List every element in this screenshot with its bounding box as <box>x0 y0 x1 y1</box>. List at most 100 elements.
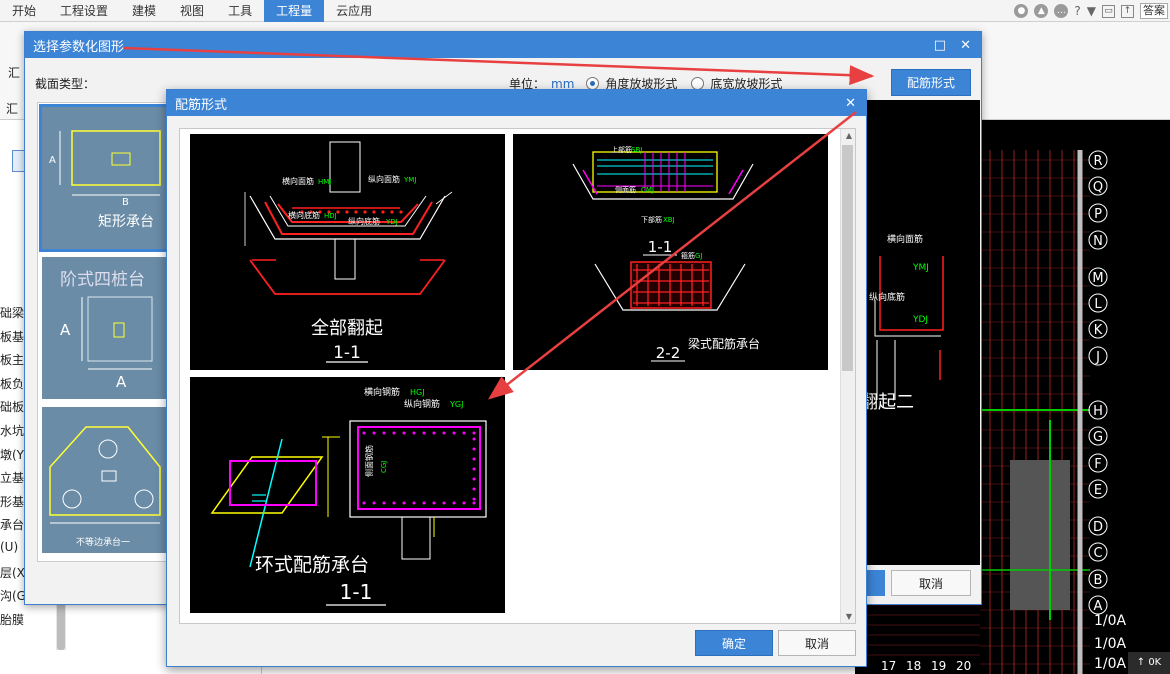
left-panel-item[interactable]: 承台 <box>0 516 24 533</box>
chat-icon[interactable]: … <box>1054 4 1069 18</box>
grid-row-label: R <box>1093 154 1102 169</box>
rebar-option-all-bent[interactable]: 横向面筋 HMJ 纵向面筋 YMJ 横向底筋 HDJ 纵向底筋 YDJ 全部翻起… <box>190 134 505 370</box>
grid-row-label: 1/0A <box>1094 636 1127 652</box>
left-panel-item[interactable]: 胎膜 <box>0 611 24 628</box>
grid-row-label: M <box>1092 271 1103 286</box>
window-icon[interactable]: ▭ <box>1102 4 1115 18</box>
left-panel-item[interactable]: 形基 <box>0 493 24 510</box>
arrow-up-icon: ↑ <box>1136 657 1149 668</box>
menu-quantity[interactable]: 工程量 <box>264 0 325 22</box>
grid-row-label: 1/0A <box>1094 613 1127 629</box>
shape-card-rect[interactable]: A B 矩形承台 <box>39 104 168 252</box>
grid-row-label: L <box>1094 297 1102 312</box>
grid-row-label: B <box>1094 573 1103 588</box>
section-type-label: 截面类型： <box>35 77 96 91</box>
help-icon[interactable]: ? <box>1074 4 1080 18</box>
opt2-section-bottom: 2-2 <box>656 344 681 362</box>
rebar-cancel-button[interactable]: 取消 <box>778 630 856 656</box>
preview-code-a: YMJ <box>912 263 929 273</box>
grid-row-label: N <box>1093 234 1103 249</box>
opt1-code-0: HMJ <box>318 178 331 186</box>
rebar-options-panel[interactable]: 横向面筋 HMJ 纵向面筋 YMJ 横向底筋 HDJ 纵向底筋 YDJ 全部翻起… <box>179 128 856 624</box>
select-shape-titlebar: 选择参数化图形 □ ✕ <box>25 32 981 58</box>
user-icon[interactable]: ● <box>1014 4 1029 18</box>
dim-b-label: B <box>122 197 129 208</box>
grid-row-label: P <box>1094 207 1102 222</box>
close-icon[interactable]: ✕ <box>960 39 971 52</box>
opt2-code-1: CMJ <box>641 186 654 194</box>
rebar-option-beam[interactable]: 上部筋 SBJ 侧面筋 CMJ 下部筋 XBJ 箍筋 GJ 1-1 2-2 梁式… <box>513 134 828 370</box>
opt3-code-2: CGJ <box>380 461 388 473</box>
rebar-option-ring[interactable]: 横向钢筋 HGJ 纵向钢筋 YGJ 侧面钢筋 CGJ 环式配筋承台 1-1 <box>190 377 505 613</box>
top-right-tools: ● ▲ … ? ▼ ▭ ↑ 答案 <box>1014 0 1170 22</box>
opt1-section: 1-1 <box>333 343 361 363</box>
opt3-label-0: 横向钢筋 <box>364 386 400 398</box>
opt3-code-0: HGJ <box>410 388 425 397</box>
rebar-close-icon[interactable]: ✕ <box>845 97 856 110</box>
menu-project-settings[interactable]: 工程设置 <box>48 0 120 22</box>
opt2-code-3: GJ <box>695 252 703 260</box>
shape-card-irregular[interactable]: 不等边承台一 <box>42 407 166 553</box>
rebar-form-title: 配筋形式 <box>175 97 228 113</box>
preview-title: 翻起二 <box>860 392 914 413</box>
left-panel-item[interactable]: 础板 <box>0 398 24 415</box>
preview-code-b: YDJ <box>912 315 928 325</box>
menu-cloud[interactable]: 云应用 <box>324 0 384 22</box>
menu-view[interactable]: 视图 <box>168 0 216 22</box>
shape-rect-label: 矩形承台 <box>98 214 154 230</box>
opt1-label-2: 横向底筋 <box>288 210 320 220</box>
status-text: 0K <box>1148 657 1162 668</box>
menu-tools[interactable]: 工具 <box>216 0 264 22</box>
upload-icon[interactable]: ↑ <box>1121 4 1134 18</box>
grid-row-label: 1/0A <box>1094 656 1127 672</box>
select-shape-title: 选择参数化图形 <box>33 39 125 55</box>
grid-row-label: H <box>1093 404 1103 419</box>
cad-drawing-area-bottom: 17 18 19 20 <box>855 600 980 674</box>
left-panel-item[interactable]: 板主 <box>0 351 24 368</box>
opt1-label-0: 横向面筋 <box>282 176 314 186</box>
grid-row-label: E <box>1094 483 1102 498</box>
grid-row-label: C <box>1093 546 1102 561</box>
opt1-code-3: YDJ <box>385 218 398 226</box>
maximize-icon[interactable]: □ <box>934 39 946 52</box>
opt2-label-2: 下部筋 <box>641 215 662 224</box>
grid-row-label: Q <box>1093 180 1103 195</box>
left-panel-item[interactable]: 立基 <box>0 469 24 486</box>
opt1-label-1: 纵向面筋 <box>368 174 400 184</box>
left-panel-item[interactable]: (U) <box>0 540 18 554</box>
select-shape-cancel-button[interactable]: 取消 <box>891 570 971 596</box>
shape-card-stepped[interactable]: 阶式四桩台 A A <box>42 257 166 399</box>
grid-row-label: J <box>1095 350 1100 365</box>
grid-col-label: 17 <box>881 659 896 673</box>
opt3-code-1: YGJ <box>449 400 463 409</box>
left-panel-item[interactable]: 板基 <box>0 328 24 345</box>
cad-drawing-area[interactable]: R Q P N M L K J H G F E D C B A 1/0A 1/0A 1/0A <box>980 120 1170 674</box>
shape-stepped-label: 阶式四桩台 <box>60 270 145 290</box>
status-indicator: ↑ 0K <box>1128 652 1170 674</box>
answer-search[interactable]: 答案 <box>1140 3 1168 19</box>
opt1-label-3: 纵向底筋 <box>348 216 380 226</box>
shape-list[interactable]: A B 矩形承台 阶式四桩台 A A 不等边承台一 <box>37 102 169 562</box>
select-shape-ok-button[interactable] <box>867 570 885 596</box>
grid-row-label: K <box>1094 323 1103 338</box>
dim-a-label-2: A <box>60 321 71 339</box>
bell-icon[interactable]: ▲ <box>1034 4 1049 18</box>
opt1-code-2: HDJ <box>324 212 337 220</box>
scroll-up-icon[interactable]: ▲ <box>846 131 852 140</box>
shape-preview-area: YMJ YDJ 横向面筋 纵向底筋 翻起二 <box>855 100 980 565</box>
rebar-form-button[interactable]: 配筋形式 <box>891 69 971 96</box>
rebar-options-scrollbar[interactable]: ▲ ▼ <box>840 129 855 623</box>
preview-label-c: 纵向底筋 <box>869 293 906 303</box>
left-panel-item[interactable]: 水坑 <box>0 422 24 439</box>
menu-start[interactable]: 开始 <box>0 0 48 22</box>
menu-modeling[interactable]: 建模 <box>120 0 168 22</box>
scroll-down-icon[interactable]: ▼ <box>846 612 852 621</box>
rebar-scroll-thumb[interactable] <box>842 145 853 371</box>
opt2-code-0: SBJ <box>631 146 642 154</box>
rebar-ok-button[interactable]: 确定 <box>695 630 773 656</box>
shirt-icon[interactable]: ▼ <box>1087 4 1096 18</box>
left-panel-item[interactable]: 板负 <box>0 375 24 392</box>
grid-row-label: G <box>1093 430 1103 445</box>
opt3-label-2: 侧面钢筋 <box>364 445 374 477</box>
left-panel-item[interactable]: 础梁 <box>0 304 24 321</box>
